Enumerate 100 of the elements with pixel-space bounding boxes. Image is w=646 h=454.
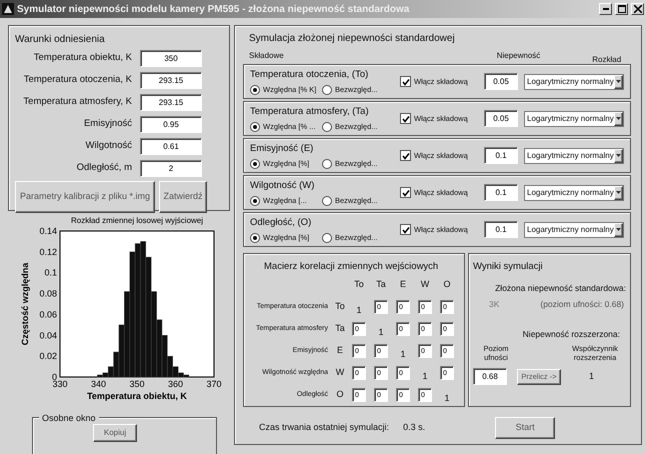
caret-icon (616, 228, 621, 231)
radio-button[interactable] (322, 84, 332, 95)
field-label: Wilgotność (84, 138, 133, 153)
matrix-value: 1 (356, 305, 362, 316)
field-label: Temperatura obiektu, K (32, 50, 133, 65)
uncertainty-field[interactable]: 0.1 (484, 147, 518, 164)
matrix-value: 1 (444, 393, 450, 404)
column-header: Niepewność (496, 50, 540, 62)
distribution-dropdown[interactable]: Logarytmiczny normalny (524, 222, 624, 238)
checkbox[interactable] (400, 187, 411, 198)
checkbox[interactable] (400, 76, 411, 87)
group-title: Warunki odniesienia (15, 33, 106, 47)
matrix-value: 1 (378, 327, 384, 338)
radio-button[interactable] (322, 158, 332, 169)
caret-icon (616, 80, 621, 83)
factor-value: 1 (589, 370, 594, 383)
uncertainty-field[interactable]: 0.1 (484, 184, 518, 201)
chart-title: Rozkład zmiennej losowej wyjściowej (70, 216, 204, 225)
minimize-button[interactable] (599, 3, 612, 15)
field-label: Emisyjność (82, 116, 133, 131)
status-label: Czas trwania ostatniej symulacji: (259, 421, 390, 434)
result-label: Złożona niepewność standardowa: (494, 282, 626, 295)
calibration-button[interactable]: Parametry kalibracji z pliku *.img (15, 181, 155, 213)
start-button[interactable]: Start (495, 417, 556, 439)
copy-button[interactable]: Kopiuj (93, 424, 137, 442)
tick-label: 0.04 (39, 330, 57, 340)
radio-button[interactable] (250, 122, 260, 132)
checkmark-icon (402, 188, 410, 196)
field-label: Odległość, m (76, 160, 133, 175)
row-code: To (334, 300, 346, 314)
tick-label: 350 (129, 379, 145, 389)
tick-label: 0 (52, 372, 57, 382)
checkmark-icon (402, 152, 410, 160)
radio-button[interactable] (250, 196, 260, 206)
input-field[interactable]: 0.95 (140, 116, 202, 132)
confidence-text: (poziom ufności: 0.68) (540, 298, 624, 311)
tick-label: 330 (52, 379, 68, 389)
maximize-button[interactable] (615, 3, 628, 15)
distribution-dropdown[interactable]: Logarytmiczny normalny (524, 74, 624, 90)
column-header: To (353, 278, 365, 291)
radio-button[interactable] (322, 232, 332, 243)
distribution-dropdown[interactable]: Logarytmiczny normalny (524, 148, 624, 164)
tick-label: 360 (168, 379, 184, 389)
component-name: Emisyjność (E) (250, 142, 314, 156)
component-name: Wilgotność (W) (250, 178, 316, 193)
matrix-value: 1 (400, 349, 406, 360)
input-field[interactable]: 2 (140, 160, 202, 176)
status-value: 0.3 s. (403, 421, 426, 434)
caret-icon (616, 154, 621, 157)
tick-label: 0.06 (39, 309, 57, 320)
maximize-icon (618, 5, 626, 13)
tick-label: 340 (90, 379, 106, 389)
window-title: Symulator niepewności modelu kamery PM595 - złożona niepewność standardowa (17, 2, 410, 16)
tick-label: 0.1 (44, 268, 57, 278)
checkbox[interactable] (400, 150, 411, 161)
checkbox[interactable] (400, 224, 411, 235)
component-name: Temperatura otoczenia, (To) (250, 68, 370, 82)
field-label: Temperatura otoczenia, K (22, 72, 133, 87)
component-name: Odległość, (O) (250, 216, 312, 230)
component-name: Temperatura atmosfery, (Ta) (250, 104, 370, 119)
column-header: E (398, 278, 407, 291)
uncertainty-field[interactable]: 0.1 (484, 221, 518, 238)
column-header: Ta (375, 278, 387, 291)
column-header: O (442, 278, 452, 291)
input-field[interactable]: 0.61 (140, 138, 202, 154)
distribution-dropdown[interactable]: Logarytmiczny normalny (524, 184, 624, 200)
axis-title: Częstość względna (20, 262, 30, 346)
uncertainty-field[interactable]: 0.05 (484, 73, 518, 90)
field-label: Temperatura atmosfery, K (22, 94, 133, 109)
tick-label: 0.02 (39, 351, 57, 362)
radio-button[interactable] (250, 84, 260, 95)
minimize-icon (602, 8, 608, 10)
checkbox[interactable] (400, 113, 411, 124)
confidence-field[interactable]: 0.68 (473, 368, 507, 385)
radio-button[interactable] (250, 232, 260, 243)
input-field[interactable]: 350 (140, 50, 202, 66)
tick-label: 0.14 (39, 226, 57, 236)
caret-icon (616, 117, 621, 120)
radio-button[interactable] (322, 122, 332, 132)
close-icon (634, 5, 642, 13)
caret-icon (616, 191, 621, 194)
checkmark-icon (402, 114, 410, 122)
checkmark-icon (402, 78, 410, 86)
confirm-button[interactable]: Zatwierdź (159, 181, 207, 213)
row-code: E (336, 344, 344, 358)
input-field[interactable]: 293.15 (140, 94, 202, 110)
row-code: W (334, 366, 346, 380)
distribution-dropdown[interactable]: Logarytmiczny normalny (524, 110, 624, 126)
tick-label: 370 (206, 379, 222, 389)
tick-label: 0.12 (39, 246, 57, 257)
close-button[interactable] (631, 3, 644, 15)
panel-title: Macierz korelacji zmiennych wejściowych (263, 260, 440, 274)
result-label: Niepewność rozszerzona: (522, 328, 621, 341)
tick-label: 0.08 (39, 288, 57, 299)
column-header: Składowe (249, 50, 284, 62)
input-field[interactable]: 293.15 (140, 72, 202, 88)
radio-button[interactable] (322, 196, 332, 206)
radio-button[interactable] (250, 158, 260, 169)
app-icon (2, 3, 14, 15)
uncertainty-field[interactable]: 0.05 (484, 110, 518, 127)
